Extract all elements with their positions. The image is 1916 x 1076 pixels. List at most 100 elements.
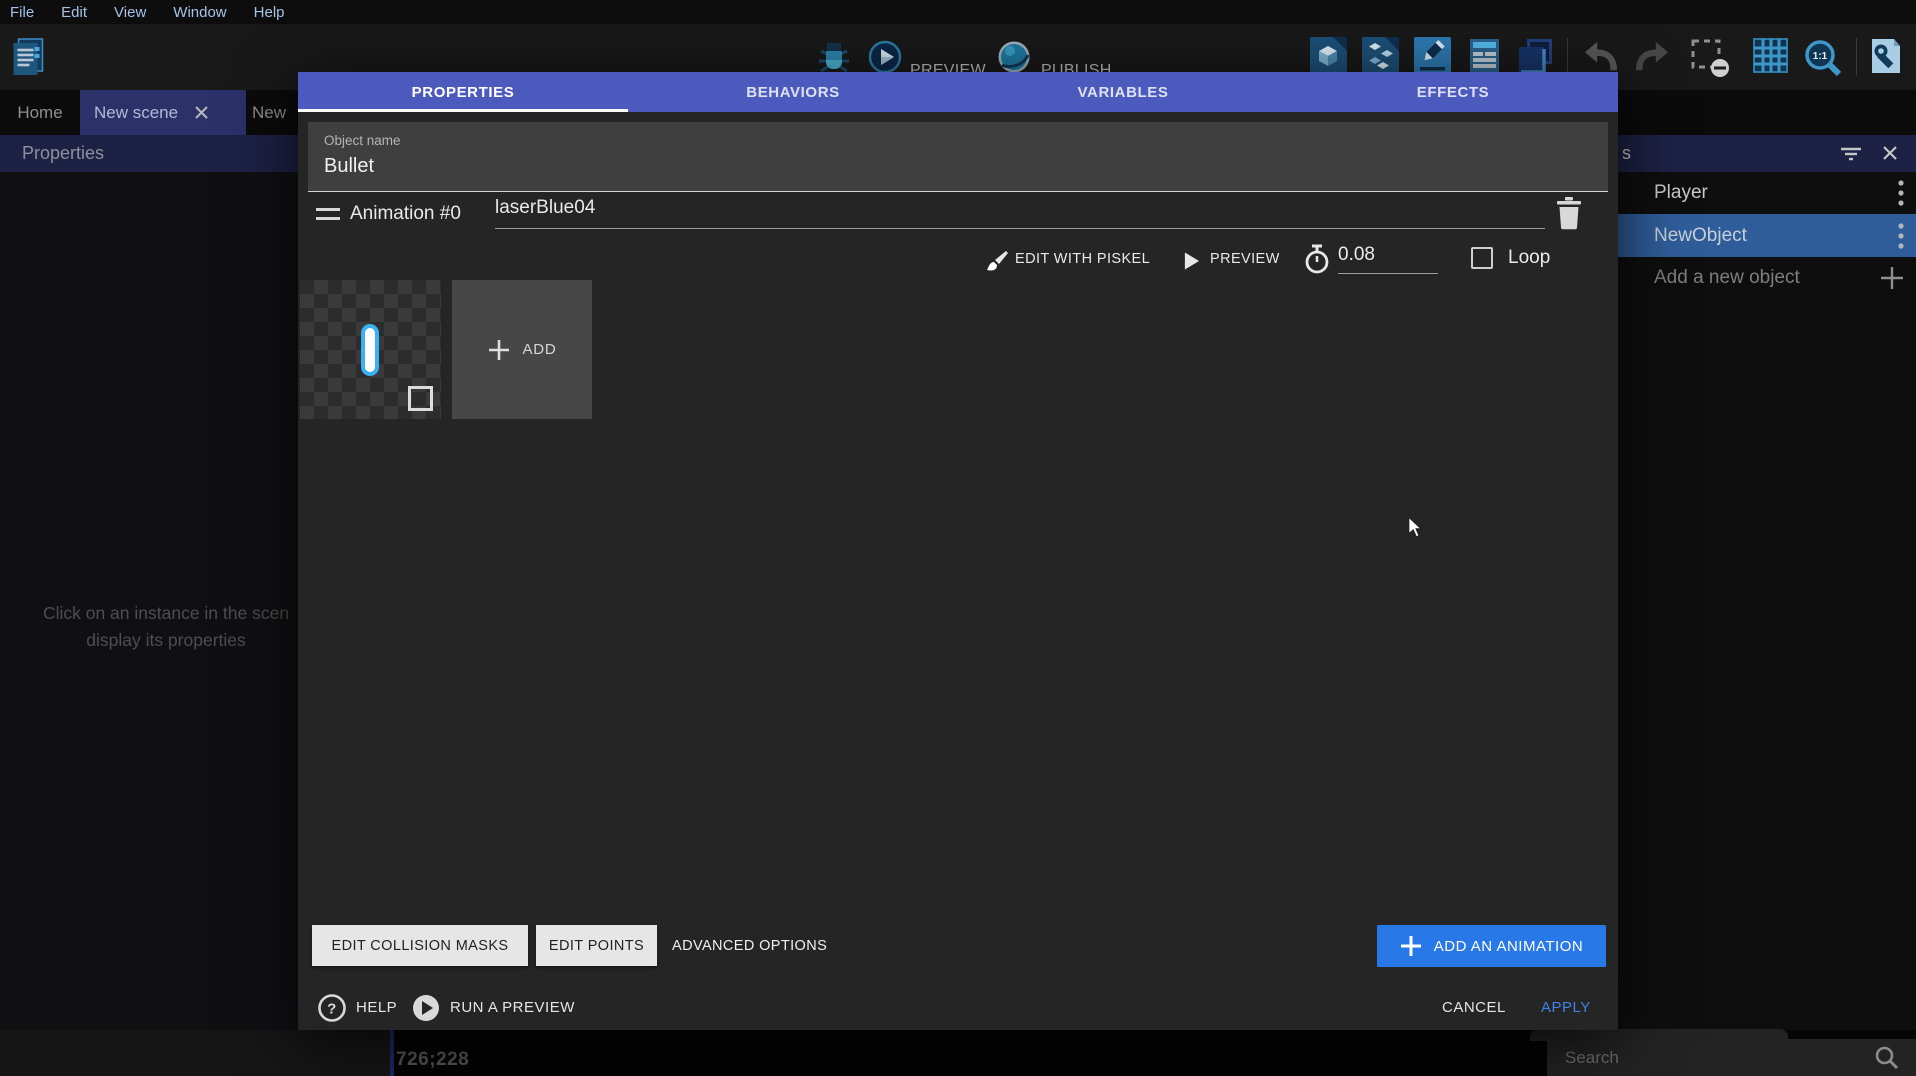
search-icon [1874, 1045, 1900, 1071]
dialog-action-bar: ? HELP RUN A PREVIEW CANCEL APPLY [298, 985, 1618, 1030]
objects-panel-title-partial: s [1622, 143, 1631, 164]
add-an-animation-button[interactable]: ADD AN ANIMATION [1377, 925, 1606, 967]
kebab-menu-icon[interactable] [1898, 179, 1904, 207]
menu-file[interactable]: File [10, 4, 34, 21]
animation-tool-row: EDIT WITH PISKEL PREVIEW 0.08 Loop [298, 242, 1618, 282]
tab-next-label: New [252, 103, 286, 123]
object-name-label: NewObject [1654, 225, 1898, 247]
plus-icon [487, 338, 511, 362]
svg-text:?: ? [327, 1000, 337, 1017]
run-a-preview-label: RUN A PREVIEW [450, 999, 575, 1016]
search-placeholder: Search [1565, 1048, 1874, 1068]
scene-status-bar: 726;228 [394, 1030, 1547, 1076]
delete-animation-button[interactable] [1556, 197, 1584, 231]
tab-new-scene[interactable]: New scene [80, 90, 246, 135]
bottom-left-strip [0, 1030, 390, 1076]
close-tab-icon[interactable] [194, 105, 209, 120]
object-row-newobject[interactable]: NewObject [1618, 214, 1916, 257]
cancel-button[interactable]: CANCEL [1442, 985, 1506, 1030]
menu-window[interactable]: Window [173, 4, 226, 21]
tab-properties[interactable]: PROPERTIES [298, 72, 628, 112]
advanced-options-button[interactable]: ADVANCED OPTIONS [672, 925, 827, 966]
grid-icon[interactable] [1752, 37, 1789, 75]
play-circle-icon [412, 994, 440, 1022]
add-object-cube-icon[interactable] [1310, 37, 1347, 75]
tab-variables-label: VARIABLES [1078, 84, 1169, 101]
project-manager-icon[interactable] [10, 37, 47, 75]
object-row-player[interactable]: Player [1618, 172, 1916, 214]
project-settings-wrench-icon[interactable] [1868, 37, 1905, 75]
kebab-menu-icon[interactable] [1898, 222, 1904, 250]
edit-points-button[interactable]: EDIT POINTS [536, 925, 657, 966]
add-an-animation-label: ADD AN ANIMATION [1434, 938, 1583, 955]
properties-panel-hint: Click on an instance in the scen display… [10, 600, 322, 654]
apply-button[interactable]: APPLY [1541, 985, 1591, 1030]
zoom-one-to-one-icon[interactable]: 1:1 [1803, 38, 1840, 76]
trash-icon [1556, 197, 1582, 230]
edit-pencil-icon[interactable] [1414, 37, 1451, 75]
mouse-cursor [1405, 516, 1425, 543]
add-frame-label: ADD [522, 341, 556, 358]
animation-header-row: Animation #0 laserBlue04 [316, 195, 1600, 239]
menu-edit[interactable]: Edit [61, 4, 87, 21]
hint-line-1: Click on an instance in the scen [10, 600, 322, 627]
add-object-label: Add a new object [1654, 267, 1880, 289]
time-between-frames-input[interactable]: 0.08 [1338, 244, 1438, 274]
tab-home-label: Home [17, 103, 62, 123]
brush-icon [985, 250, 1009, 274]
plus-icon [1400, 935, 1422, 957]
loop-checkbox[interactable] [1471, 247, 1493, 269]
help-button[interactable]: ? HELP [318, 985, 397, 1030]
preview-animation-button[interactable]: PREVIEW [1210, 251, 1280, 267]
run-a-preview-button[interactable]: RUN A PREVIEW [412, 985, 575, 1030]
properties-panel-title: Properties [22, 143, 104, 164]
object-name-label: Object name [324, 133, 1592, 148]
hint-line-2: display its properties [10, 627, 322, 654]
object-properties-dialog: PROPERTIES BEHAVIORS VARIABLES EFFECTS O… [298, 72, 1618, 1030]
drag-handle-icon[interactable] [316, 208, 340, 222]
tab-effects-label: EFFECTS [1417, 84, 1490, 101]
objects-panel-header: s [1618, 135, 1916, 172]
dialog-tab-bar: PROPERTIES BEHAVIORS VARIABLES EFFECTS [298, 72, 1618, 112]
layers-icon[interactable] [1517, 37, 1554, 75]
tab-new-scene-label: New scene [94, 103, 178, 123]
edit-with-piskel-button[interactable]: EDIT WITH PISKEL [1015, 251, 1150, 267]
instances-cubes-icon[interactable] [1362, 37, 1399, 75]
add-frame-button[interactable]: ADD [452, 280, 592, 419]
menu-view[interactable]: View [114, 4, 146, 21]
tab-variables[interactable]: VARIABLES [958, 72, 1288, 112]
animation-title: Animation #0 [350, 203, 461, 225]
cursor-coordinates: 726;228 [396, 1049, 469, 1071]
help-label: HELP [356, 999, 397, 1016]
objects-list-icon[interactable] [1466, 37, 1503, 75]
menu-bar: File Edit View Window Help [0, 0, 1916, 24]
animation-frame-thumbnail[interactable] [300, 280, 441, 419]
active-tab-underline [298, 109, 628, 112]
loop-label: Loop [1508, 247, 1550, 269]
plus-icon[interactable] [1880, 266, 1904, 290]
clear-selection-icon[interactable] [1690, 38, 1727, 76]
close-panel-icon[interactable] [1882, 145, 1898, 161]
stopwatch-icon [1304, 244, 1330, 274]
zoom-ratio-label: 1:1 [1813, 51, 1828, 62]
tab-behaviors[interactable]: BEHAVIORS [628, 72, 958, 112]
tab-home[interactable]: Home [0, 90, 80, 135]
object-name-value[interactable]: Bullet [324, 155, 1592, 178]
animation-name-input[interactable]: laserBlue04 [495, 197, 1545, 229]
object-name-label: Player [1654, 182, 1898, 204]
toolbar-divider [1856, 38, 1857, 76]
laser-sprite [361, 324, 379, 376]
objects-panel: s Player NewObject Add a new object [1618, 135, 1916, 1030]
filter-icon[interactable] [1840, 147, 1862, 161]
frame-select-checkbox[interactable] [408, 386, 433, 411]
tab-properties-label: PROPERTIES [412, 84, 515, 101]
object-name-field[interactable]: Object name Bullet [308, 122, 1608, 192]
object-search-field[interactable]: Search [1547, 1039, 1916, 1076]
redo-icon[interactable] [1633, 40, 1670, 78]
edit-collision-masks-button[interactable]: EDIT COLLISION MASKS [312, 925, 528, 966]
tab-effects[interactable]: EFFECTS [1288, 72, 1618, 112]
help-circle-icon: ? [318, 994, 346, 1022]
properties-panel-header: Properties [0, 135, 298, 172]
add-new-object-row[interactable]: Add a new object [1618, 257, 1916, 299]
menu-help[interactable]: Help [254, 4, 285, 21]
